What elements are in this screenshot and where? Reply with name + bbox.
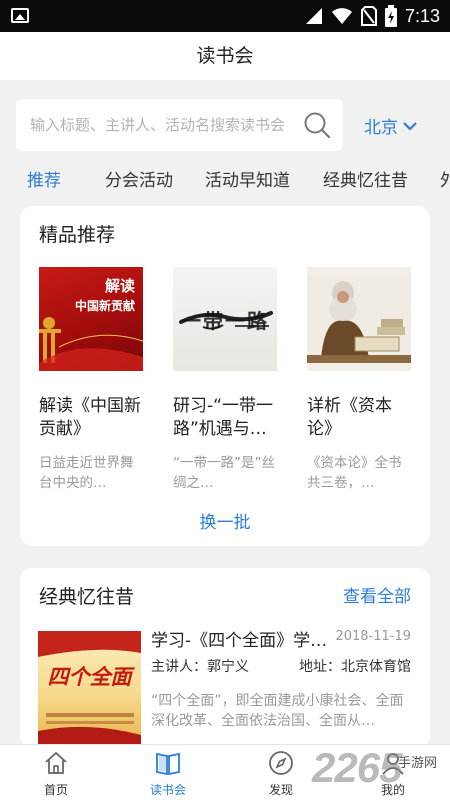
cover-title: 一带一路	[181, 309, 269, 333]
search-row: 输入标题、主讲人、活动名搜索读书会 北京	[0, 80, 450, 152]
cover-title-2: 中国新贡献	[74, 299, 135, 313]
refresh-button[interactable]: 换一批	[20, 508, 430, 533]
see-all-link[interactable]: 查看全部	[343, 582, 411, 607]
battery-charging-icon	[384, 5, 397, 27]
search-input[interactable]: 输入标题、主讲人、活动名搜索读书会	[16, 99, 343, 151]
cover-title-1: 解读	[104, 277, 135, 295]
no-sim-icon	[360, 6, 377, 26]
tab-more[interactable]: 外	[440, 166, 450, 191]
featured-item[interactable]: 一带一路 研习-“一带一路”机遇与… “一带一路”是”丝绸之…	[173, 267, 277, 493]
classic-item-desc: “四个全面”，即全面建成小康社会、全面深化改革、全面依法治国、全面从…	[151, 693, 404, 729]
book-cover: 解读 中国新贡献	[39, 267, 143, 371]
search-icon[interactable]	[303, 111, 331, 139]
book-cover: 一带一路	[173, 267, 277, 371]
wifi-icon	[331, 8, 352, 24]
tab-recommend[interactable]: 推荐	[27, 166, 61, 191]
chevron-down-icon	[403, 121, 417, 131]
book-icon	[156, 752, 180, 776]
compass-icon	[269, 751, 293, 775]
featured-item-title: 解读《中国新贡献》	[39, 396, 141, 439]
nav-home-label: 首页	[43, 783, 68, 797]
tab-classic-review[interactable]: 经典忆往昔	[323, 166, 408, 191]
classic-item-address: 地址：北京体育馆	[299, 659, 411, 675]
watermark-site: 手游网	[398, 756, 438, 771]
classic-item-title: 学习-《四个全面》学…	[151, 631, 328, 651]
featured-item[interactable]: 解读 中国新贡献 解读《中国新贡献》 日益走近世界舞台中央的…	[39, 267, 143, 493]
city-selector[interactable]: 北京	[364, 113, 418, 138]
category-tabs: 推荐 分会活动 活动早知道 经典忆往昔 外	[0, 156, 450, 200]
signal-icon	[305, 8, 322, 24]
featured-item-desc: 日益走近世界舞台中央的…	[39, 455, 134, 491]
image-notification-icon	[11, 8, 29, 23]
status-bar: 7:13	[0, 0, 450, 32]
nav-reading-club-label: 读书会	[149, 783, 186, 797]
nav-reading-club[interactable]: 读书会	[123, 745, 213, 800]
book-cover	[307, 267, 411, 371]
page-title: 读书会	[0, 32, 450, 80]
classic-item-speaker: 主讲人：郭宁义	[151, 659, 249, 675]
tab-branch-activities[interactable]: 分会活动	[105, 166, 173, 191]
site-watermark: 2265 手游网	[312, 744, 450, 800]
clock: 7:13	[404, 5, 440, 26]
featured-heading: 精品推荐	[39, 224, 116, 246]
activity-cover: 四个全面	[38, 631, 141, 748]
cover-title: 四个全面	[47, 665, 132, 689]
home-icon	[45, 751, 67, 774]
status-icons: 7:13	[305, 5, 440, 27]
featured-item-desc: “一带一路”是”丝绸之…	[173, 455, 275, 491]
featured-item-title: 研习-“一带一路”机遇与…	[173, 396, 273, 439]
search-placeholder: 输入标题、主讲人、活动名搜索读书会	[30, 116, 286, 134]
tab-upcoming-activities[interactable]: 活动早知道	[205, 166, 290, 191]
watermark-number: 2265	[312, 744, 402, 791]
city-label: 北京	[364, 118, 398, 138]
featured-item[interactable]: 详析《资本论》 《资本论》全书共三卷，…	[307, 267, 411, 493]
featured-item-desc: 《资本论》全书共三卷，…	[307, 455, 402, 491]
featured-item-title: 详析《资本论》	[307, 396, 392, 439]
classic-item-date: 2018-11-19	[335, 629, 411, 644]
featured-card: 精品推荐 解读 中国新贡献 解读《中国新贡献》 日益走近世界舞台中央的… 一带一…	[20, 206, 430, 546]
classics-card: 经典忆往昔 查看全部 四个全面 学习-《四个全面》学… 2018-11-19 主…	[20, 568, 430, 748]
classics-heading: 经典忆往昔	[39, 586, 135, 608]
nav-home[interactable]: 首页	[11, 745, 101, 800]
